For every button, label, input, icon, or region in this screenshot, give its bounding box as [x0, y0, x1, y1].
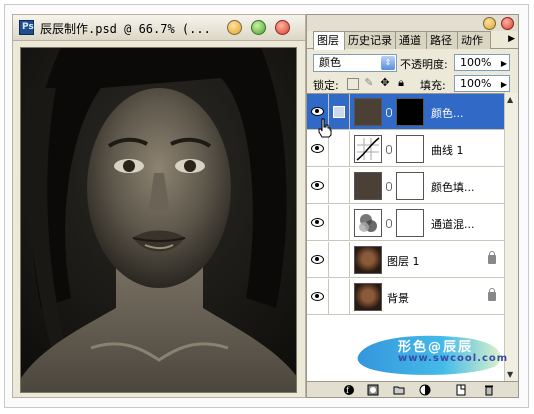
link-cell[interactable] [330, 242, 350, 278]
scroll-down-icon[interactable]: ▼ [507, 370, 513, 379]
maximize-button[interactable] [251, 20, 266, 35]
adjustment-layer-icon[interactable] [419, 384, 431, 396]
trash-icon[interactable] [483, 384, 495, 396]
palette-tabs: 图层 历史记录 通道 路径 动作 ▶ [307, 31, 518, 50]
hand-cursor-icon [318, 118, 332, 138]
layer-name: 曲线 1 [431, 144, 464, 157]
new-group-icon[interactable] [393, 384, 405, 396]
layer-style-icon[interactable]: f [343, 384, 355, 396]
portrait-thumbnail [354, 246, 382, 274]
curves-thumbnail [354, 135, 382, 163]
layer-mask-thumbnail[interactable] [396, 135, 424, 163]
image-canvas[interactable] [20, 47, 297, 393]
link-cell[interactable] [330, 131, 350, 167]
layer-mask-thumbnail[interactable] [396, 209, 424, 237]
fill-arrow-icon[interactable]: ▶ [501, 77, 507, 92]
layer-row[interactable]: 通道混... [307, 205, 504, 241]
layer-name: 背景 [387, 292, 409, 305]
link-cell[interactable] [330, 279, 350, 315]
eye-icon [311, 255, 324, 264]
layer-row[interactable]: 颜色... [307, 94, 504, 130]
opacity-label: 不透明度: [400, 58, 448, 71]
fill-label: 填充: [420, 79, 446, 92]
tab-history[interactable]: 历史记录 [344, 31, 396, 49]
tab-layers[interactable]: 图层 [313, 31, 345, 50]
opacity-arrow-icon[interactable]: ▶ [501, 56, 507, 71]
link-cell[interactable] [330, 168, 350, 204]
scroll-up-icon[interactable]: ▲ [507, 95, 513, 104]
link-cell[interactable] [330, 205, 350, 241]
layer-scrollbar[interactable]: ▲ ▼ [504, 93, 518, 381]
layer-name: 图层 1 [387, 255, 420, 268]
chain-icon[interactable] [386, 145, 392, 154]
portrait-image [21, 48, 296, 392]
lock-all-icon[interactable]: 🔒︎ [395, 77, 407, 89]
channel-mixer-icon [359, 214, 377, 232]
lock-brush-icon[interactable]: ✎ [363, 77, 375, 89]
close-button[interactable] [275, 20, 290, 35]
tab-paths[interactable]: 路径 [426, 31, 458, 49]
select-arrow-icon: ⇕ [381, 56, 395, 70]
layer-name: 颜色填... [431, 181, 475, 194]
tab-actions[interactable]: 动作 [457, 31, 491, 49]
visibility-toggle[interactable] [307, 242, 329, 278]
eye-icon [311, 107, 324, 116]
tab-channels[interactable]: 通道 [395, 31, 427, 49]
fill-field[interactable]: 100% ▶ [454, 75, 510, 92]
photoshop-icon: Ps [19, 20, 34, 35]
lock-icon [488, 288, 496, 301]
opacity-field[interactable]: 100% ▶ [454, 54, 510, 71]
document-window: Ps 辰辰制作.psd @ 66.7% (... [12, 14, 306, 398]
visibility-toggle[interactable] [307, 205, 329, 241]
portrait-thumbnail [354, 283, 382, 311]
watermark-url: www.swcool.com [398, 353, 509, 364]
document-titlebar[interactable]: Ps 辰辰制作.psd @ 66.7% (... [13, 15, 305, 41]
brush-icon [333, 106, 345, 118]
chain-icon[interactable] [386, 108, 392, 117]
layer-row[interactable]: 图层 1 [307, 242, 504, 278]
link-cell[interactable] [330, 94, 350, 130]
eye-icon [311, 292, 324, 301]
blend-mode-select[interactable]: 颜色 ⇕ [313, 54, 397, 72]
tab-menu-arrow-icon[interactable]: ▶ [508, 34, 515, 44]
lock-move-icon[interactable]: ✥ [379, 77, 391, 89]
layer-row[interactable]: 曲线 1 [307, 131, 504, 167]
visibility-toggle[interactable] [307, 168, 329, 204]
chain-icon[interactable] [386, 182, 392, 191]
eye-icon [311, 218, 324, 227]
lock-icon [488, 251, 496, 264]
layer-row[interactable]: 颜色填... [307, 168, 504, 204]
palette-bottom-toolbar: f [307, 381, 518, 397]
palette-close-button[interactable] [501, 17, 514, 30]
eye-icon [311, 181, 324, 190]
chain-icon[interactable] [386, 219, 392, 228]
visibility-toggle[interactable] [307, 279, 329, 315]
layer-mask-thumbnail[interactable] [396, 98, 424, 126]
layer-name: 通道混... [431, 218, 475, 231]
lock-transparent-icon[interactable] [347, 78, 359, 90]
palette-minimize-button[interactable] [483, 17, 496, 30]
layer-mask-thumbnail[interactable] [396, 172, 424, 200]
eye-icon [311, 144, 324, 153]
palette-titlebar[interactable] [307, 15, 518, 31]
document-title: 辰辰制作.psd @ 66.7% (... [40, 22, 211, 36]
minimize-button[interactable] [227, 20, 242, 35]
layer-row[interactable]: 背景 [307, 279, 504, 315]
layer-thumbnail [354, 172, 382, 200]
curves-icon [356, 137, 380, 161]
new-layer-icon[interactable] [455, 384, 467, 396]
channel-mixer-thumbnail [354, 209, 382, 237]
layer-name: 颜色... [431, 107, 464, 120]
lock-label: 锁定: [313, 79, 339, 92]
layer-thumbnail [354, 98, 382, 126]
add-mask-icon[interactable] [367, 384, 379, 396]
